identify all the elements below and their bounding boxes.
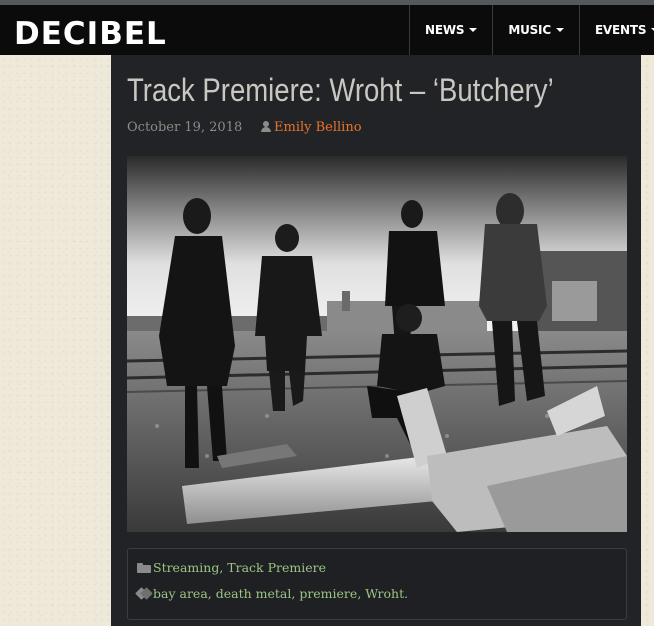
caret-down-icon	[469, 28, 478, 32]
nav-item-music[interactable]: MUSIC	[492, 5, 579, 55]
tag-link[interactable]: death metal	[216, 586, 292, 601]
folder-icon	[137, 563, 151, 573]
article-panel: Track Premiere: Wroht – ‘Butchery’ Octob…	[111, 55, 641, 626]
author-link[interactable]: Emily Bellino	[274, 120, 362, 135]
categories-row: Streaming, Track Premiere	[137, 560, 326, 575]
category-link[interactable]: Streaming	[153, 560, 219, 575]
main-nav: NEWS MUSIC EVENTS S	[409, 5, 654, 55]
caret-down-icon	[555, 28, 564, 32]
category-link[interactable]: Track Premiere	[227, 560, 326, 575]
navbar: DECIBEL NEWS MUSIC EVENTS S	[0, 5, 654, 55]
nav-item-label: NEWS	[425, 23, 465, 37]
tags-icon	[137, 588, 152, 599]
article-meta: October 19, 2018 Emily Bellino	[127, 120, 362, 136]
tag-link[interactable]: bay area	[153, 586, 208, 601]
tag-link[interactable]: premiere	[299, 586, 357, 601]
nav-item-news[interactable]: NEWS	[409, 5, 492, 55]
tags-row: bay area, death metal, premiere, Wroht.	[137, 586, 408, 601]
nav-item-label: EVENTS	[594, 23, 647, 37]
article-photo	[127, 156, 627, 532]
article-title: Track Premiere: Wroht – ‘Butchery’	[127, 72, 554, 108]
nav-item-events[interactable]: EVENTS	[578, 5, 654, 55]
band-photo-image	[127, 156, 627, 532]
post-taxonomy: Streaming, Track Premiere bay area, deat…	[127, 548, 627, 620]
user-icon	[261, 121, 271, 132]
article-date: October 19, 2018	[127, 120, 243, 135]
nav-item-label: MUSIC	[508, 23, 551, 37]
article-author: Emily Bellino	[261, 120, 362, 136]
site-logo[interactable]: DECIBEL	[14, 12, 167, 55]
tag-link[interactable]: Wroht	[365, 586, 404, 601]
